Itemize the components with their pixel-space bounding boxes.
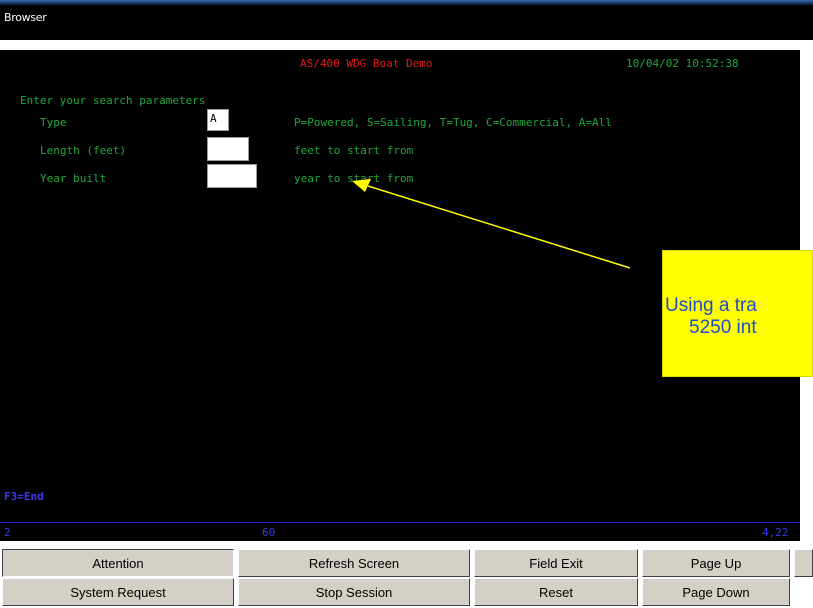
page-down-button[interactable]: Page Down (642, 578, 790, 606)
page-up-button[interactable]: Page Up (642, 549, 790, 577)
annotation-callout: Using a tra 5250 int (662, 250, 813, 377)
reset-button[interactable]: Reset (474, 578, 638, 606)
refresh-screen-button[interactable]: Refresh Screen (238, 549, 470, 577)
button-row-bottom: System Request Stop Session Reset Page D… (0, 578, 813, 608)
callout-line-2: 5250 int (689, 317, 757, 338)
extra-button[interactable] (794, 549, 813, 577)
attention-button[interactable]: Attention (2, 549, 234, 577)
system-request-button[interactable]: System Request (2, 578, 234, 606)
arrow-line (367, 185, 631, 269)
button-row-top: Attention Refresh Screen Field Exit Page… (0, 549, 813, 579)
field-exit-button[interactable]: Field Exit (474, 549, 638, 577)
callout-line-1: Using a tra (665, 295, 757, 316)
arrow-head (352, 179, 371, 192)
stop-session-button[interactable]: Stop Session (238, 578, 470, 606)
